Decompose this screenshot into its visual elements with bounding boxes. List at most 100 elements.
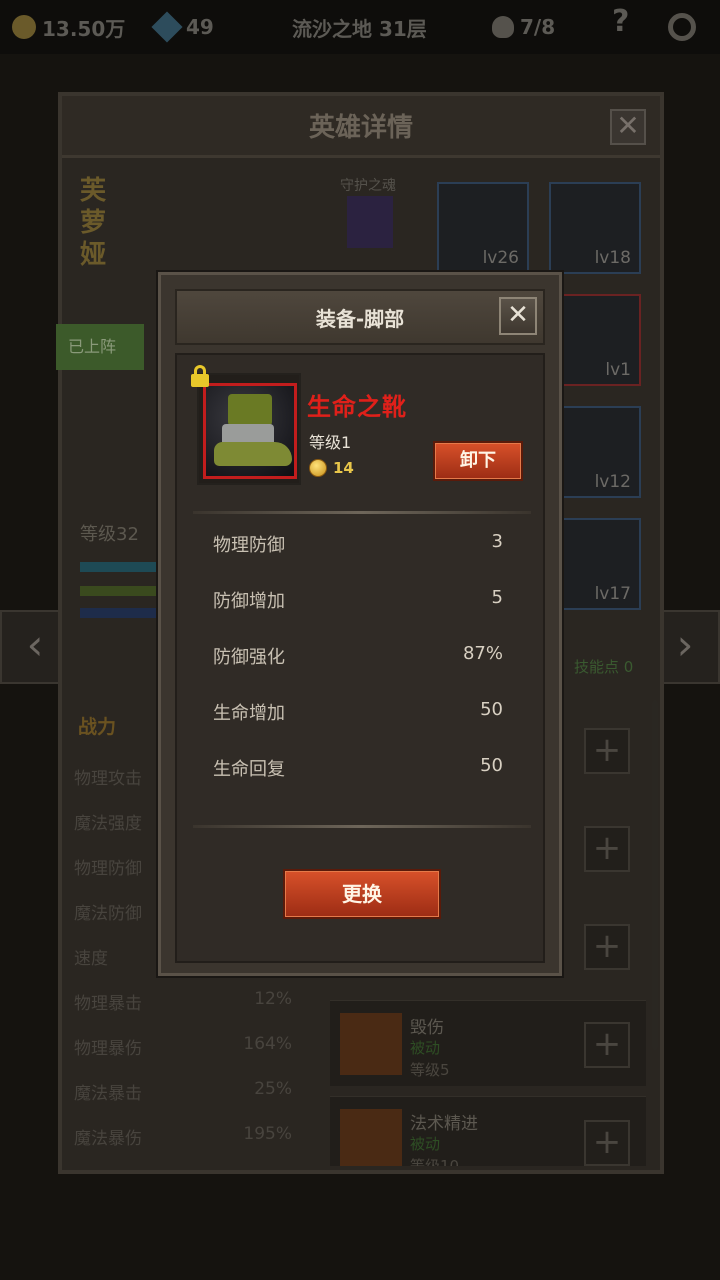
skill-plus-icon[interactable]: + xyxy=(584,826,630,872)
stat-value: 87% xyxy=(462,643,503,664)
skill-plus-icon[interactable]: + xyxy=(584,728,630,774)
stat-row: 生命增加 50 xyxy=(213,699,503,755)
stat-row: 生命回复 50 xyxy=(213,755,503,811)
item-stats: 物理防御 3 防御增加 5 防御强化 87% 生命增加 50 生命回复 50 xyxy=(213,531,503,811)
equipment-modal: 装备-脚部 ✕ 生命之靴 等级1 14 卸下 物理防御 3 防御增加 5 防御强… xyxy=(158,272,562,976)
slot-level: lv17 xyxy=(594,584,631,604)
settings-icon[interactable] xyxy=(668,12,696,42)
skill-scrollbar[interactable] xyxy=(652,700,658,1050)
boot-foot xyxy=(214,442,292,466)
equip-slot-boots[interactable]: lv1 xyxy=(549,294,641,386)
boots-icon xyxy=(203,383,297,479)
skill-points: 技能点 0 xyxy=(574,658,634,676)
stat-name: 生命回复 xyxy=(213,759,285,780)
skill-plus-icon[interactable]: + xyxy=(584,1120,630,1166)
item-price: 14 xyxy=(309,459,354,477)
skill-name: 毁伤 xyxy=(410,1018,444,1038)
skill-type: 被动 xyxy=(410,1135,441,1153)
stat-value: 164% xyxy=(243,1034,292,1054)
stat-name: 防御增加 xyxy=(213,591,285,612)
stage-label: 流沙之地 31层 xyxy=(292,12,427,42)
stat-name: 速度 xyxy=(74,949,108,969)
top-resource-bar: 13.50万 49 流沙之地 31层 7/8 ? xyxy=(0,0,720,54)
help-glyph: ? xyxy=(612,3,630,39)
stat-name: 生命增加 xyxy=(213,703,285,724)
close-icon[interactable]: ✕ xyxy=(499,297,537,335)
stat-value: 25% xyxy=(254,1079,292,1099)
stat-row: 防御增加 5 xyxy=(213,587,503,643)
unequip-button[interactable]: 卸下 xyxy=(433,441,523,481)
modal-title: 装备-脚部 xyxy=(315,306,405,331)
stat-name: 魔法暴击 xyxy=(74,1084,142,1104)
gem-value: 49 xyxy=(186,15,214,39)
gold-value: 13.50万 xyxy=(42,16,126,41)
stat-value: 50 xyxy=(480,755,503,776)
help-icon[interactable]: ? xyxy=(612,3,630,39)
stat-row: 物理暴伤 164% xyxy=(74,1034,292,1064)
equip-slot-shield[interactable]: lv17 xyxy=(549,518,641,610)
guardian-icon[interactable] xyxy=(347,196,393,248)
stat-name: 物理暴伤 xyxy=(74,1039,142,1059)
equip-slot-necklace[interactable]: lv18 xyxy=(549,182,641,274)
hero-close-icon[interactable]: ✕ xyxy=(610,109,646,145)
stamina-counter: 7/8 xyxy=(492,12,555,42)
exp-bar xyxy=(80,562,158,572)
skill-level: 等级10 xyxy=(410,1157,460,1166)
gem-counter: 49 xyxy=(151,11,214,43)
skill-icon xyxy=(340,1109,402,1166)
slot-level: lv1 xyxy=(605,360,631,380)
stat-value: 12% xyxy=(254,989,292,1009)
stat-row: 魔法暴击 25% xyxy=(74,1079,292,1109)
stat-value: 50 xyxy=(480,699,503,720)
skill-name: 法术精进 xyxy=(410,1114,478,1134)
divider xyxy=(193,825,531,828)
stat-name: 魔法强度 xyxy=(74,814,142,834)
boot-cuff xyxy=(228,394,272,426)
stat-row: 物理暴击 12% xyxy=(74,989,292,1019)
mp-bar xyxy=(80,608,158,618)
stat-name: 物理防御 xyxy=(213,535,285,556)
equip-slot-helmet[interactable]: lv26 xyxy=(437,182,529,274)
lock-body xyxy=(191,374,209,387)
item-frame xyxy=(191,365,301,485)
hp-bar xyxy=(80,586,158,596)
on-field-badge: 已上阵 xyxy=(56,324,144,370)
stat-value: 5 xyxy=(491,587,503,608)
stat-value: 195% xyxy=(243,1124,292,1144)
stat-name: 物理防御 xyxy=(74,859,142,879)
combat-power-label: 战力 xyxy=(78,716,117,738)
stat-name: 防御强化 xyxy=(213,647,285,668)
lock-icon[interactable] xyxy=(191,365,209,387)
gold-coin-icon xyxy=(12,15,36,39)
stage-name: 流沙之地 31层 xyxy=(292,16,427,41)
stat-name: 物理暴击 xyxy=(74,994,142,1014)
hero-details-header: 英雄详情 ✕ xyxy=(62,96,660,158)
settings-gear xyxy=(668,13,696,41)
stat-row: 防御强化 87% xyxy=(213,643,503,699)
stat-name: 物理攻击 xyxy=(74,769,142,789)
skill-plus-icon[interactable]: + xyxy=(584,1022,630,1068)
modal-body: 生命之靴 等级1 14 卸下 物理防御 3 防御增加 5 防御强化 87% 生命增加 5… xyxy=(175,353,545,963)
equip-slot-ring[interactable]: lv12 xyxy=(549,406,641,498)
stat-row: 物理防御 3 xyxy=(213,531,503,587)
gold-counter: 13.50万 xyxy=(12,12,125,42)
gold-coin-icon xyxy=(309,459,327,477)
guardian-label: 守护之魂 xyxy=(340,178,396,194)
item-level: 等级1 xyxy=(309,433,352,452)
gem-icon xyxy=(151,11,183,43)
stat-name: 魔法防御 xyxy=(74,904,142,924)
slot-level: lv26 xyxy=(482,248,519,268)
game-screen: 13.50万 49 流沙之地 31层 7/8 ? ‹ › 英雄详情 ✕ 芙萝娅 … xyxy=(0,0,720,1280)
hero-details-title: 英雄详情 xyxy=(308,113,413,143)
stat-value: 3 xyxy=(491,531,503,552)
replace-button[interactable]: 更换 xyxy=(283,869,441,919)
skill-level: 等级5 xyxy=(410,1061,450,1079)
slot-level: lv18 xyxy=(594,248,631,268)
hero-level: 等级32 xyxy=(80,524,139,545)
hero-name: 芙萝娅 xyxy=(80,176,107,270)
item-price-value: 14 xyxy=(333,459,354,477)
skill-plus-icon[interactable]: + xyxy=(584,924,630,970)
skill-icon xyxy=(340,1013,402,1075)
divider xyxy=(193,511,531,514)
stamina-value: 7/8 xyxy=(520,15,556,39)
